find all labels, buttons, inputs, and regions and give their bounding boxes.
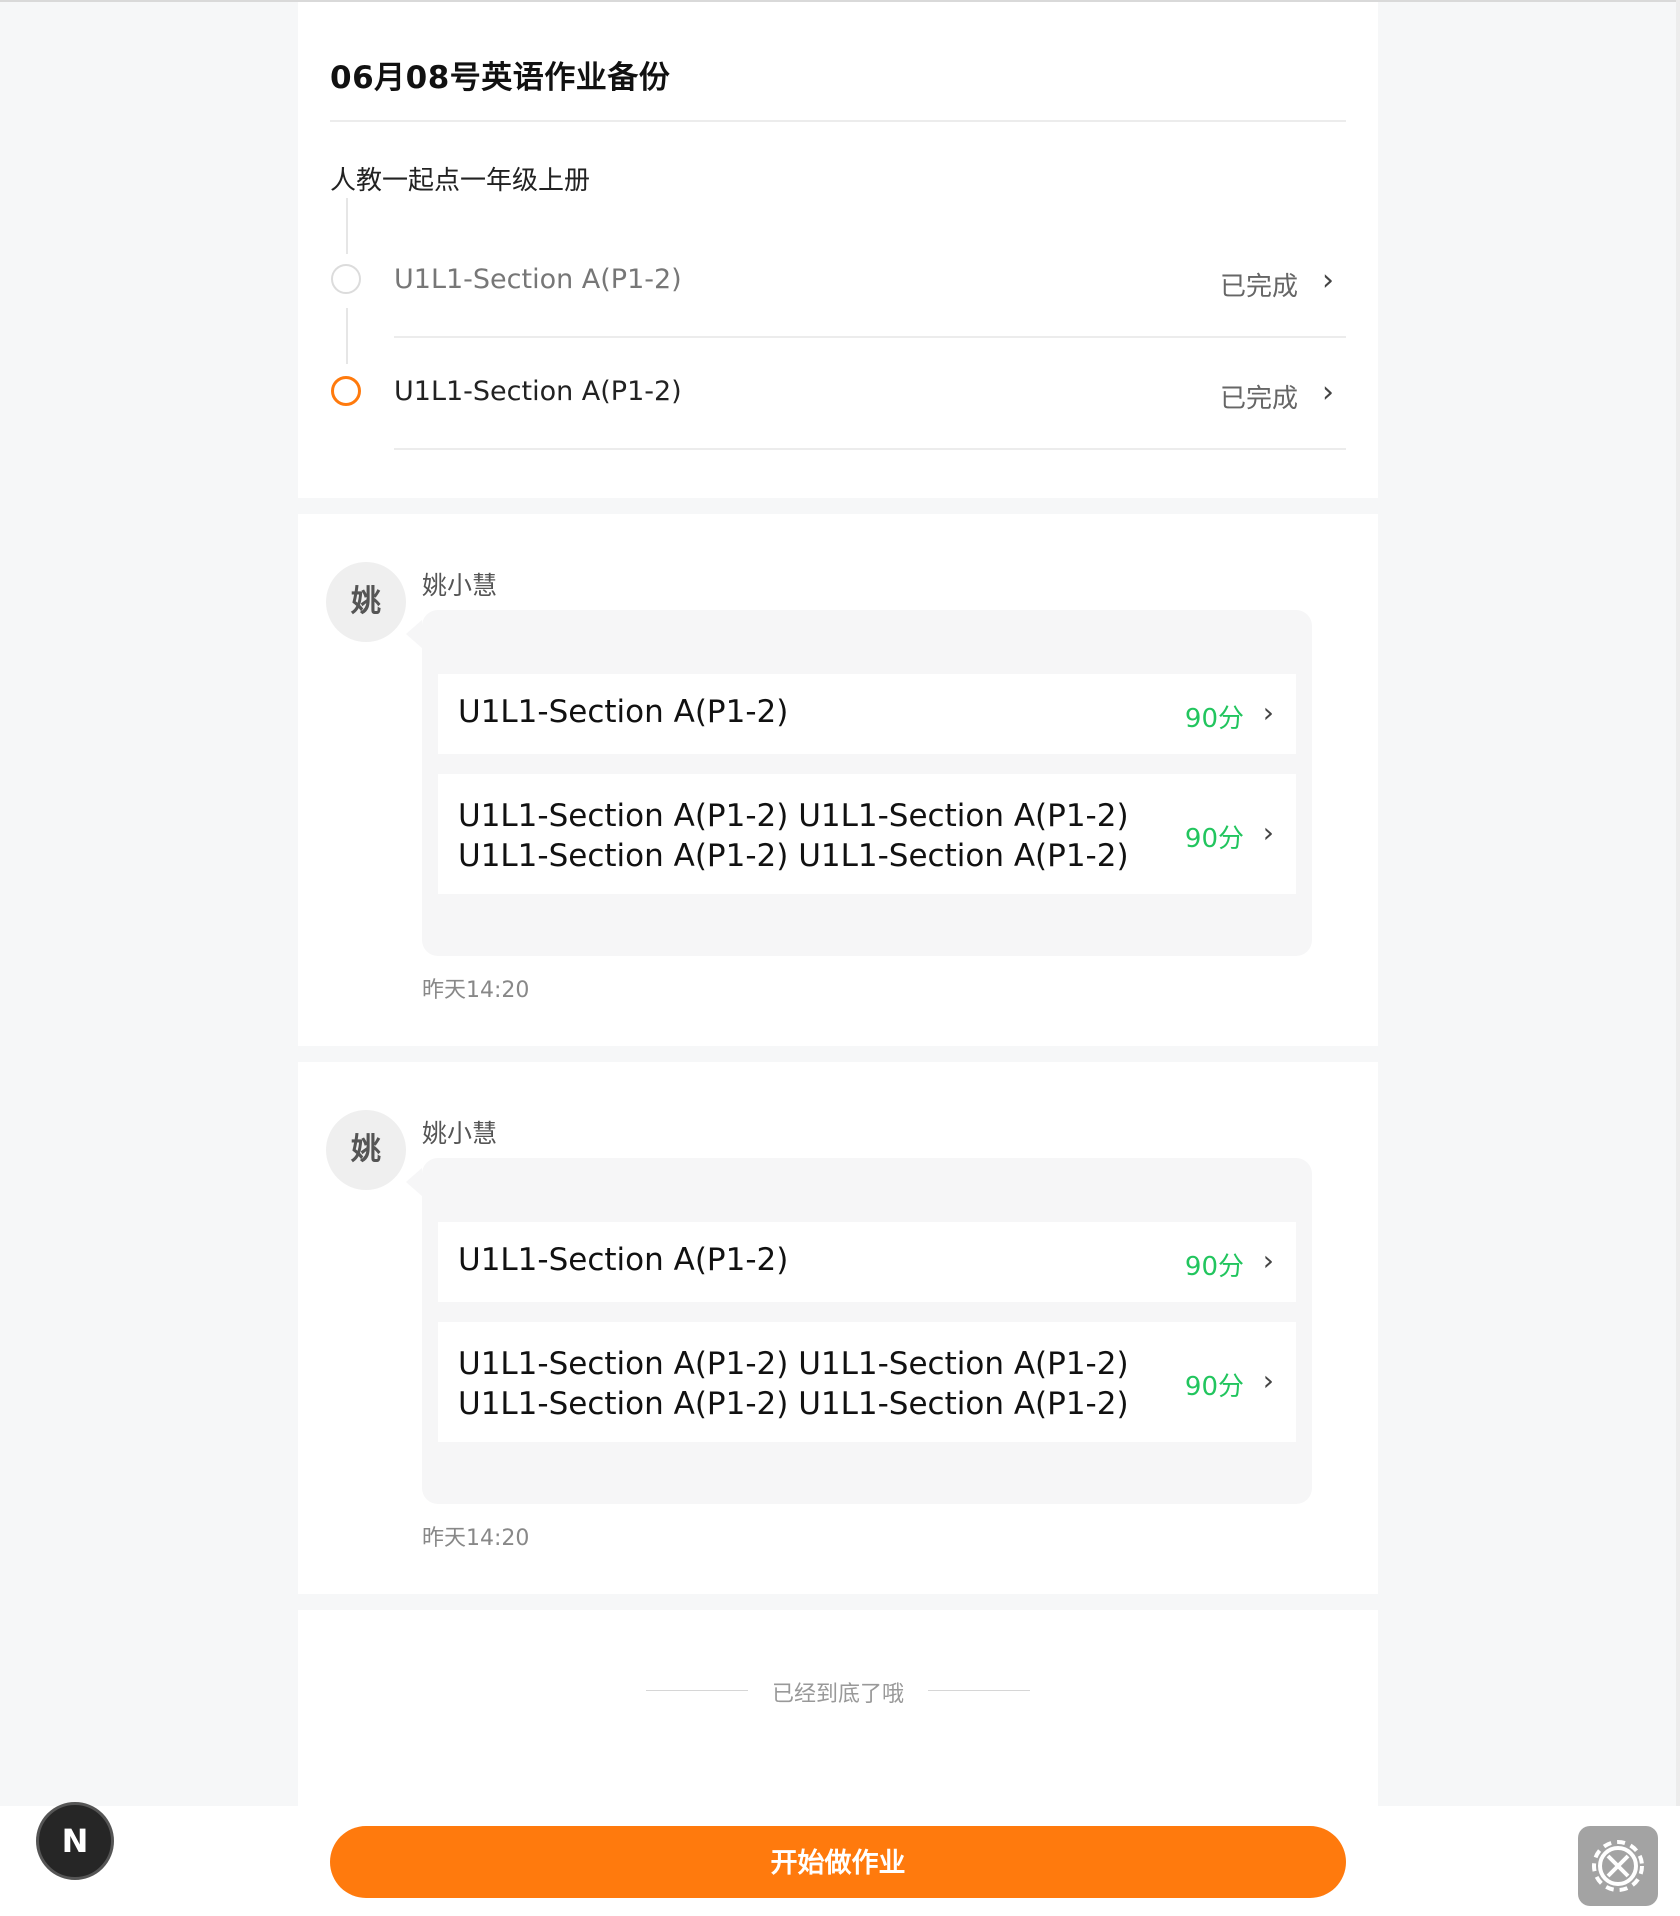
homework-title: U1L1-Section A(P1-2) U1L1-Section A(P1-2… bbox=[458, 798, 1129, 874]
score: 90分 bbox=[1184, 704, 1244, 734]
end-line-right bbox=[928, 1690, 1030, 1691]
message-bubble: U1L1-Section A(P1-2) 90分 › U1L1-Section … bbox=[406, 610, 1312, 956]
divider bbox=[394, 336, 1346, 338]
divider bbox=[330, 120, 1346, 122]
score: 90分 bbox=[1184, 1372, 1244, 1402]
scrollbar-track bbox=[1676, 0, 1680, 1916]
chevron-right-icon: › bbox=[1322, 263, 1334, 298]
avatar: 姚 bbox=[326, 1110, 406, 1190]
homework-result-row[interactable]: U1L1-Section A(P1-2) U1L1-Section A(P1-2… bbox=[438, 1322, 1296, 1442]
chevron-right-icon: › bbox=[1262, 1244, 1274, 1277]
end-of-list-card: 已经到底了哦 bbox=[298, 1610, 1378, 1806]
homework-header-card: 06月08号英语作业备份 人教一起点一年级上册 U1L1-Section A(P… bbox=[298, 2, 1378, 498]
section-status: 已完成 bbox=[1219, 384, 1298, 414]
timeline-line bbox=[346, 198, 348, 254]
homework-result-row[interactable]: U1L1-Section A(P1-2) 90分 › bbox=[438, 674, 1296, 754]
homework-title: U1L1-Section A(P1-2) bbox=[458, 694, 789, 730]
chevron-right-icon: › bbox=[1322, 375, 1334, 410]
score: 90分 bbox=[1184, 1252, 1244, 1282]
message-bubble: U1L1-Section A(P1-2) 90分 › U1L1-Section … bbox=[406, 1158, 1312, 1504]
score: 90分 bbox=[1184, 824, 1244, 854]
chevron-right-icon: › bbox=[1262, 816, 1274, 849]
chevron-right-icon: › bbox=[1262, 1364, 1274, 1397]
timeline-line bbox=[346, 308, 348, 364]
divider bbox=[394, 448, 1346, 450]
bubble-tail bbox=[406, 620, 422, 648]
message-card: 姚 姚小慧 U1L1-Section A(P1-2) 90分 › U1L1-Se… bbox=[298, 1062, 1378, 1594]
settings-button[interactable] bbox=[1578, 1826, 1658, 1906]
homework-title: U1L1-Section A(P1-2) bbox=[458, 1242, 789, 1278]
textbook-label: 人教一起点一年级上册 bbox=[330, 166, 591, 196]
timeline-dot-active bbox=[331, 376, 361, 406]
avatar: 姚 bbox=[326, 562, 406, 642]
homework-result-row[interactable]: U1L1-Section A(P1-2) U1L1-Section A(P1-2… bbox=[438, 774, 1296, 894]
end-of-list-text: 已经到底了哦 bbox=[771, 1682, 904, 1707]
timestamp: 昨天14:20 bbox=[422, 978, 530, 1003]
page-title: 06月08号英语作业备份 bbox=[330, 60, 671, 96]
bubble-tail bbox=[406, 1168, 422, 1196]
timestamp: 昨天14:20 bbox=[422, 1526, 530, 1551]
sender-name: 姚小慧 bbox=[422, 1119, 498, 1148]
sender-name: 姚小慧 bbox=[422, 571, 498, 600]
section-name: U1L1-Section A(P1-2) bbox=[394, 376, 682, 407]
timeline-dot-grey bbox=[331, 264, 361, 294]
chevron-right-icon: › bbox=[1262, 696, 1274, 729]
start-homework-button[interactable]: 开始做作业 bbox=[330, 1826, 1346, 1898]
dev-tools-badge[interactable]: N bbox=[36, 1802, 114, 1880]
section-name: U1L1-Section A(P1-2) bbox=[394, 264, 682, 295]
homework-result-row[interactable]: U1L1-Section A(P1-2) 90分 › bbox=[438, 1222, 1296, 1302]
settings-gear-icon bbox=[1592, 1840, 1644, 1892]
message-card: 姚 姚小慧 U1L1-Section A(P1-2) 90分 › U1L1-Se… bbox=[298, 514, 1378, 1046]
section-status: 已完成 bbox=[1219, 272, 1298, 302]
homework-title: U1L1-Section A(P1-2) U1L1-Section A(P1-2… bbox=[458, 1346, 1129, 1422]
